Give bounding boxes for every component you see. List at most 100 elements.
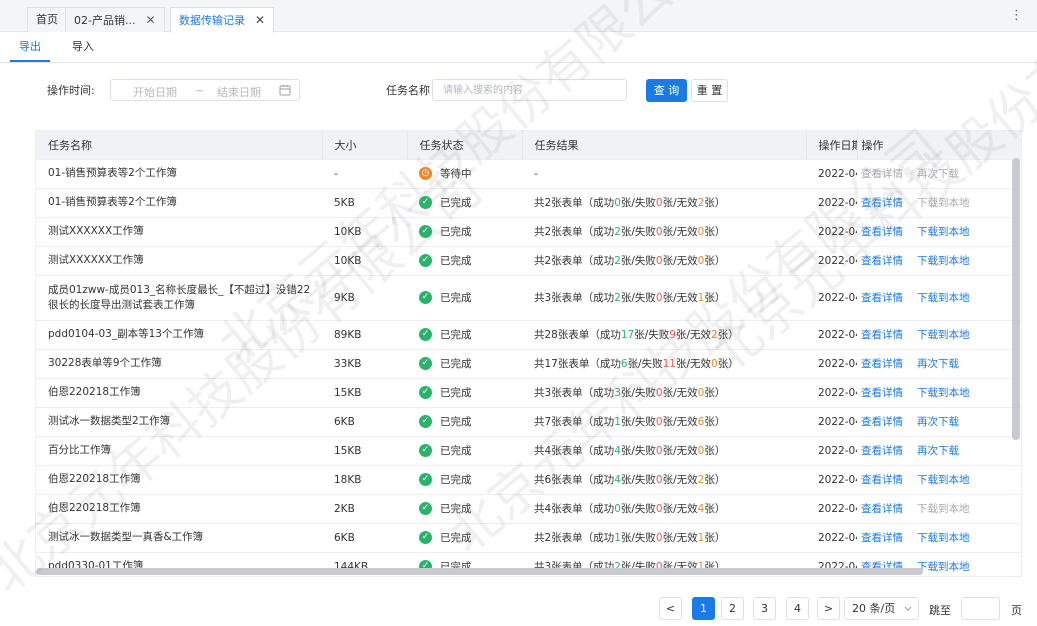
- status-text: 已完成: [440, 197, 472, 209]
- tab-home[interactable]: 首页: [27, 7, 67, 32]
- download-link[interactable]: 下载到本地: [917, 226, 970, 238]
- check-circle-icon: ✓: [419, 196, 432, 209]
- check-circle-icon: ✓: [419, 531, 432, 544]
- download-link[interactable]: 下载到本地: [917, 561, 970, 573]
- check-circle-icon: ✓: [419, 386, 432, 399]
- size-cell: 10KB: [322, 217, 407, 247]
- size-cell: 6KB: [322, 407, 407, 437]
- task-name-cell: 测试XXXXXX工作簿: [36, 246, 322, 276]
- download-link[interactable]: 下载到本地: [917, 474, 970, 486]
- page-3-button[interactable]: 3: [753, 597, 776, 620]
- status-cell: ✓ 已完成: [407, 523, 522, 553]
- reset-button[interactable]: 重 置: [691, 79, 728, 102]
- horizontal-scrollbar[interactable]: [36, 568, 923, 575]
- result-cell: 共4张表单（成功4张/失败0张/无效0张）: [522, 436, 806, 466]
- table-row: 百分比工作簿 15KB ✓ 已完成 共4张表单（成功4张/失败0张/无效0张） 2022-…: [36, 436, 1021, 466]
- page-2-button[interactable]: 2: [721, 597, 744, 620]
- view-details-link[interactable]: 查看详情: [861, 197, 903, 209]
- result-cell: 共6张表单（成功4张/失败0张/无效2张）: [522, 465, 806, 495]
- tab-export[interactable]: 导出: [19, 38, 41, 54]
- result-success-count: 2: [614, 292, 621, 304]
- date-cell: 2022-04: [806, 465, 857, 495]
- status-cell: ✓ 已完成: [407, 188, 522, 218]
- result-cell: 共3张表单（成功3张/失败0张/无效0张）: [522, 378, 806, 408]
- view-details-link[interactable]: 查看详情: [861, 358, 903, 370]
- tab-data-transfer-records[interactable]: 数据传输记录 ✕: [170, 7, 275, 33]
- result-invalid-count: 2: [697, 197, 705, 209]
- check-circle-icon: ✓: [419, 415, 432, 428]
- result-fail-count: 9: [669, 329, 676, 341]
- view-details-link[interactable]: 查看详情: [861, 503, 903, 515]
- status-cell: ✓ 已完成: [407, 320, 522, 350]
- tab-product-sales[interactable]: 02-产品销... ✕: [65, 7, 165, 32]
- result-fail-count: 0: [655, 503, 663, 515]
- download-link[interactable]: 再次下载: [917, 358, 959, 370]
- result-success-count: 0: [614, 197, 621, 209]
- view-details-link[interactable]: 查看详情: [861, 168, 903, 180]
- download-link[interactable]: 下载到本地: [917, 503, 970, 515]
- prev-page-button[interactable]: <: [659, 597, 682, 620]
- jump-page-input[interactable]: [961, 597, 1000, 620]
- start-date-placeholder[interactable]: 开始日期: [133, 84, 177, 100]
- end-date-placeholder[interactable]: 结束日期: [217, 84, 261, 100]
- range-separator: ~: [195, 84, 205, 97]
- download-link[interactable]: 下载到本地: [917, 197, 970, 209]
- view-details-link[interactable]: 查看详情: [861, 292, 903, 304]
- download-link[interactable]: 下载到本地: [917, 329, 970, 341]
- task-name-cell: 30228表单等9个工作簿: [36, 349, 322, 379]
- task-name-cell: 百分比工作簿: [36, 436, 322, 466]
- download-link[interactable]: 下载到本地: [917, 292, 970, 304]
- actions-cell: 查看详情 再次下载: [857, 407, 1021, 437]
- download-link[interactable]: 下载到本地: [917, 532, 970, 544]
- result-total: 6: [544, 474, 552, 486]
- more-icon[interactable]: ⋮: [1010, 8, 1023, 23]
- tab-label: 数据传输记录: [179, 14, 245, 27]
- close-icon[interactable]: ✕: [255, 13, 265, 27]
- close-icon[interactable]: ✕: [145, 13, 155, 27]
- download-link[interactable]: 再次下载: [917, 416, 959, 428]
- result-success-count: 17: [620, 329, 635, 341]
- result-invalid-count: 0: [697, 445, 705, 457]
- size-cell: 2KB: [322, 494, 407, 524]
- next-page-button[interactable]: >: [817, 597, 840, 620]
- view-details-link[interactable]: 查看详情: [861, 226, 903, 238]
- vertical-scrollbar[interactable]: [1012, 158, 1020, 440]
- view-details-link[interactable]: 查看详情: [861, 387, 903, 399]
- query-button[interactable]: 查 询: [646, 79, 687, 102]
- transfer-records-table: 任务名称 大小 任务状态 任务结果 操作日期 操作 01-销售预算表等2个工作簿…: [35, 130, 1022, 577]
- result-total: 2: [544, 226, 552, 238]
- download-link[interactable]: 下载到本地: [917, 255, 970, 267]
- tab-import[interactable]: 导入: [72, 38, 94, 54]
- task-name-search-input[interactable]: [432, 79, 627, 101]
- task-name-cell: 成员01zww-成员013_名称长度最长_【不超过】没错22很长的长度导出测试套…: [36, 275, 322, 321]
- page-tab-bar: 首页 02-产品销... ✕ 数据传输记录 ✕ ⋮: [0, 0, 1037, 33]
- check-circle-icon: ✓: [419, 291, 432, 304]
- download-link[interactable]: 再次下载: [917, 445, 959, 457]
- view-details-link[interactable]: 查看详情: [861, 532, 903, 544]
- calendar-icon[interactable]: [279, 84, 291, 96]
- result-invalid-count: 0: [697, 387, 705, 399]
- result-fail-count: 0: [655, 445, 663, 457]
- date-range-picker[interactable]: 开始日期 ~ 结束日期: [110, 79, 300, 101]
- status-text: 已完成: [440, 445, 472, 457]
- status-text: 已完成: [440, 329, 472, 341]
- size-cell: 15KB: [322, 436, 407, 466]
- result-success-count: 0: [614, 503, 621, 515]
- page-4-button[interactable]: 4: [786, 597, 809, 620]
- view-details-link[interactable]: 查看详情: [861, 416, 903, 428]
- table-row: 01-销售预算表等2个工作簿 5KB ✓ 已完成 共2张表单（成功0张/失败0张/无效2…: [36, 188, 1021, 218]
- download-link[interactable]: 再次下载: [917, 168, 959, 180]
- view-details-link[interactable]: 查看详情: [861, 329, 903, 341]
- view-details-link[interactable]: 查看详情: [861, 255, 903, 267]
- result-cell: 共7张表单（成功1张/失败0张/无效6张）: [522, 407, 806, 437]
- page-1-button[interactable]: 1: [692, 597, 715, 620]
- page-size-value: 20 条/页: [852, 602, 896, 615]
- date-cell: 2022-04: [806, 246, 857, 276]
- download-link[interactable]: 下载到本地: [917, 387, 970, 399]
- task-name-cell: 测试XXXXXX工作簿: [36, 217, 322, 247]
- page-size-select[interactable]: 20 条/页: [844, 597, 919, 620]
- view-details-link[interactable]: 查看详情: [861, 445, 903, 457]
- check-circle-icon: ✓: [419, 328, 432, 341]
- view-details-link[interactable]: 查看详情: [861, 474, 903, 486]
- column-header: 任务状态: [407, 131, 523, 160]
